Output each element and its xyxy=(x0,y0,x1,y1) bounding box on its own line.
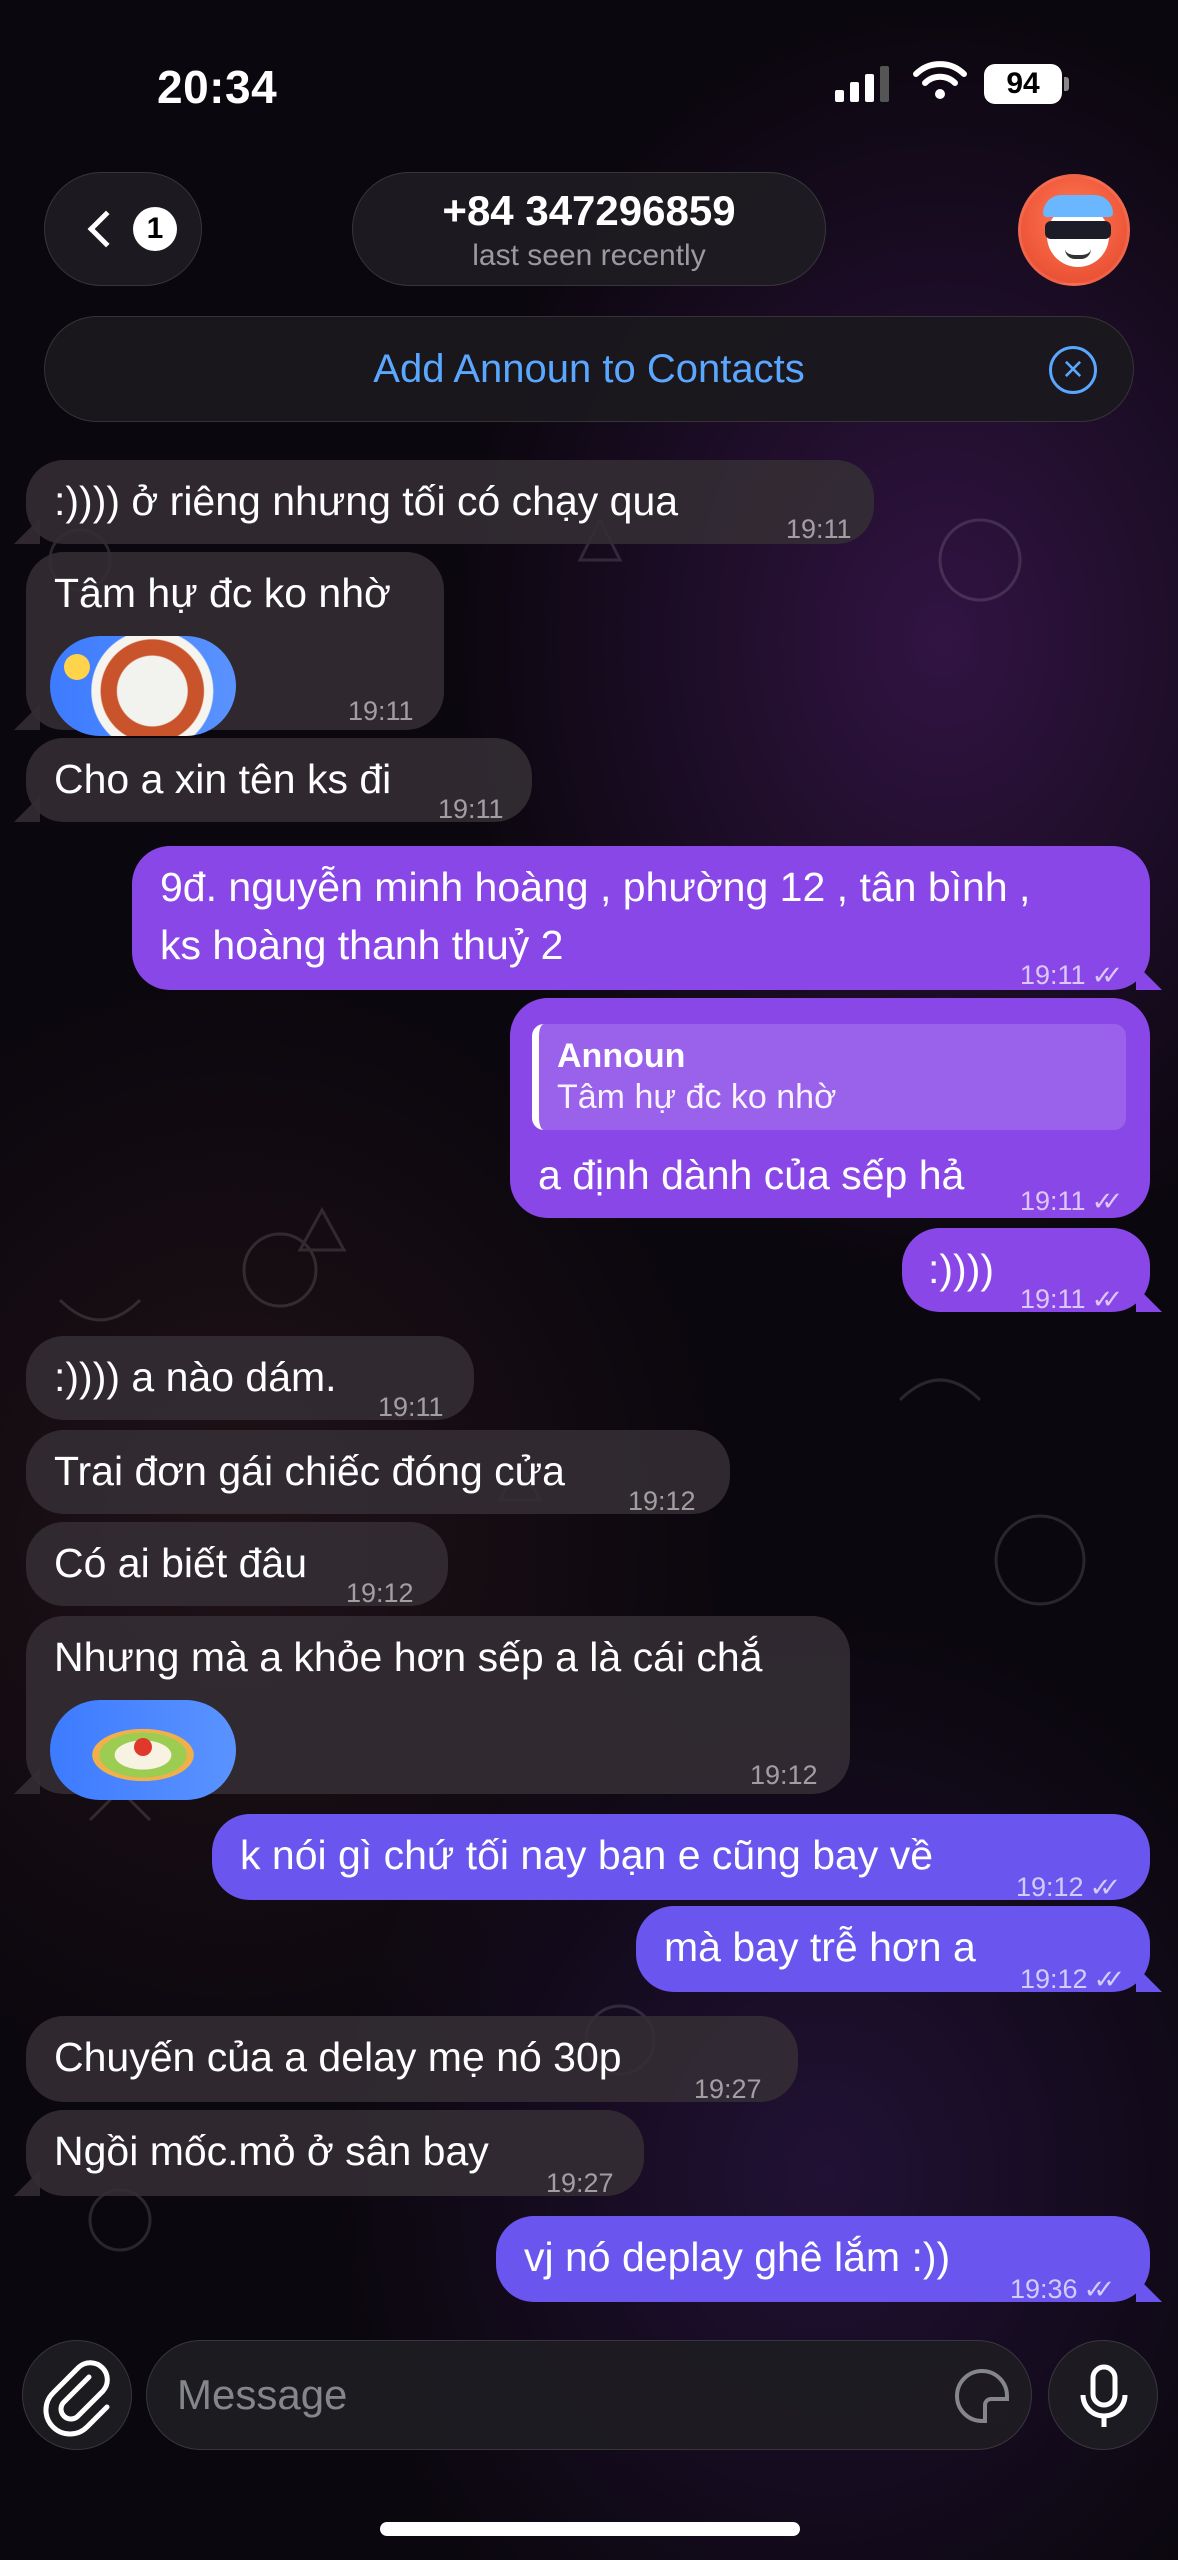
chevron-left-icon xyxy=(87,210,125,248)
message-incoming[interactable]: :)))) a nào dám. 19:11 xyxy=(26,1336,474,1422)
message-time: 19:11 ✓✓ xyxy=(1020,1270,1123,1328)
message-time: 19:11 xyxy=(378,1392,444,1422)
message-text: Ngồi mốc.mỏ ở sân bay xyxy=(54,2128,489,2174)
double-check-icon: ✓✓ xyxy=(1083,2274,1115,2304)
message-time: 19:11 xyxy=(438,794,504,824)
message-time: 19:12 xyxy=(628,1486,696,1516)
message-text: :)))) xyxy=(928,1246,995,1292)
message-time: 19:11 ✓✓ xyxy=(1020,946,1123,1004)
add-to-contacts-label[interactable]: Add Announ to Contacts xyxy=(45,347,1133,392)
message-text: Cho a xin tên ks đi xyxy=(54,756,392,802)
avatar-hair xyxy=(1043,195,1113,217)
reply-author: Announ xyxy=(557,1037,686,1075)
message-time: 19:36 ✓✓ xyxy=(1010,2260,1115,2318)
message-time-value: 19:11 xyxy=(1020,1284,1086,1314)
message-time: 19:11 xyxy=(348,696,414,726)
status-bar: 20:34 94 xyxy=(0,0,1178,170)
message-composer[interactable] xyxy=(146,2340,1032,2450)
message-outgoing[interactable]: vj nó deplay ghê lắm :)) 19:36 ✓✓ xyxy=(496,2216,1150,2304)
battery-cap xyxy=(1064,77,1069,91)
message-time: 19:27 xyxy=(546,2168,614,2198)
sticker-tomato xyxy=(134,1738,152,1756)
message-time: 19:12 ✓✓ xyxy=(1020,1950,1125,2008)
message-text: Trai đơn gái chiếc đóng cửa xyxy=(54,1448,565,1494)
close-circle-icon[interactable]: × xyxy=(1049,346,1097,394)
attach-button[interactable] xyxy=(22,2340,132,2450)
cellular-signal-icon xyxy=(835,66,889,102)
message-time-value: 19:12 xyxy=(1016,1872,1084,1902)
message-text: Tâm hự đc ko nhờ xyxy=(54,570,391,616)
message-text: Chuyến của a delay mẹ nó 30p xyxy=(54,2034,622,2080)
add-to-contacts-bar[interactable]: Add Announ to Contacts × xyxy=(44,316,1134,422)
message-input[interactable] xyxy=(177,2363,937,2427)
noodle-soup-sticker xyxy=(50,636,236,736)
reply-quote[interactable]: Announ Tâm hự đc ko nhờ xyxy=(532,1024,1126,1130)
message-text: mà bay trễ hơn a xyxy=(664,1924,976,1970)
message-incoming[interactable]: :)))) ở riêng nhưng tối có chạy qua 19:1… xyxy=(26,460,874,544)
microphone-icon xyxy=(1080,2364,1128,2427)
message-time-value: 19:11 xyxy=(1020,1186,1086,1216)
message-outgoing[interactable]: 9đ. nguyễn minh hoàng , phường 12 , tân … xyxy=(132,846,1150,990)
double-check-icon: ✓✓ xyxy=(1091,1186,1123,1216)
message-outgoing-reply[interactable]: Announ Tâm hự đc ko nhờ a định dành của … xyxy=(510,998,1150,1218)
sticker-sun xyxy=(64,654,90,680)
food-platter-sticker xyxy=(50,1700,236,1800)
message-text: a định dành của sếp hả xyxy=(538,1152,965,1198)
wifi-icon xyxy=(913,61,967,99)
contact-status: last seen recently xyxy=(472,239,706,272)
message-text: k nói gì chứ tối nay bạn e cũng bay về xyxy=(240,1832,933,1878)
message-outgoing[interactable]: :)))) 19:11 ✓✓ xyxy=(902,1228,1150,1314)
message-time: 19:27 xyxy=(694,2074,762,2104)
message-incoming[interactable]: Chuyến của a delay mẹ nó 30p 19:27 xyxy=(26,2016,798,2104)
message-text: Có ai biết đâu xyxy=(54,1540,308,1586)
contact-avatar[interactable] xyxy=(1018,174,1130,286)
sticker-icon-fold xyxy=(983,2397,1009,2423)
message-text: :)))) a nào dám. xyxy=(54,1354,337,1400)
status-clock: 20:34 xyxy=(157,61,278,113)
reply-text: Tâm hự đc ko nhờ xyxy=(557,1078,837,1116)
sticker-icon[interactable] xyxy=(955,2369,1009,2423)
message-time-value: 19:11 xyxy=(1020,960,1086,990)
back-button[interactable]: 1 xyxy=(44,172,202,286)
message-outgoing[interactable]: mà bay trễ hơn a 19:12 ✓✓ xyxy=(636,1906,1150,1994)
message-time: 19:12 xyxy=(750,1760,818,1790)
double-check-icon: ✓✓ xyxy=(1093,1964,1125,1994)
message-text: Nhưng mà a khỏe hơn sếp a là cái chắ xyxy=(54,1634,763,1680)
voice-record-button[interactable] xyxy=(1048,2340,1158,2450)
chat-title[interactable]: +84 347296859 last seen recently xyxy=(352,172,826,286)
message-incoming[interactable]: Có ai biết đâu 19:12 xyxy=(26,1522,448,1608)
message-time: 19:12 xyxy=(346,1578,414,1608)
message-incoming[interactable]: Trai đơn gái chiếc đóng cửa 19:12 xyxy=(26,1430,730,1516)
message-time: 19:11 ✓✓ xyxy=(1020,1172,1123,1230)
home-indicator[interactable] xyxy=(380,2522,800,2536)
unread-count-badge: 1 xyxy=(133,207,177,251)
double-check-icon: ✓✓ xyxy=(1091,1284,1123,1314)
message-text: 9đ. nguyễn minh hoàng , phường 12 , tân … xyxy=(160,864,1031,910)
double-check-icon: ✓✓ xyxy=(1091,960,1123,990)
message-text-line2: ks hoàng thanh thuỷ 2 xyxy=(160,922,564,968)
message-outgoing[interactable]: k nói gì chứ tối nay bạn e cũng bay về 1… xyxy=(212,1814,1150,1902)
message-incoming[interactable]: Ngồi mốc.mỏ ở sân bay 19:27 xyxy=(26,2110,644,2198)
message-time: 19:11 xyxy=(786,514,852,544)
avatar-sunglasses xyxy=(1045,221,1111,239)
message-incoming[interactable]: Cho a xin tên ks đi 19:11 xyxy=(26,738,532,824)
message-incoming[interactable]: Tâm hự đc ko nhờ 19:11 xyxy=(26,552,444,736)
message-time-value: 19:36 xyxy=(1010,2274,1078,2304)
message-time-value: 19:12 xyxy=(1020,1964,1088,1994)
paperclip-icon xyxy=(43,2360,110,2437)
contact-name: +84 347296859 xyxy=(442,187,736,234)
message-text: :)))) ở riêng nhưng tối có chạy qua xyxy=(54,478,679,524)
battery-icon: 94 xyxy=(984,64,1062,104)
message-text: vj nó deplay ghê lắm :)) xyxy=(524,2234,951,2280)
message-incoming[interactable]: Nhưng mà a khỏe hơn sếp a là cái chắ 19:… xyxy=(26,1616,850,1800)
